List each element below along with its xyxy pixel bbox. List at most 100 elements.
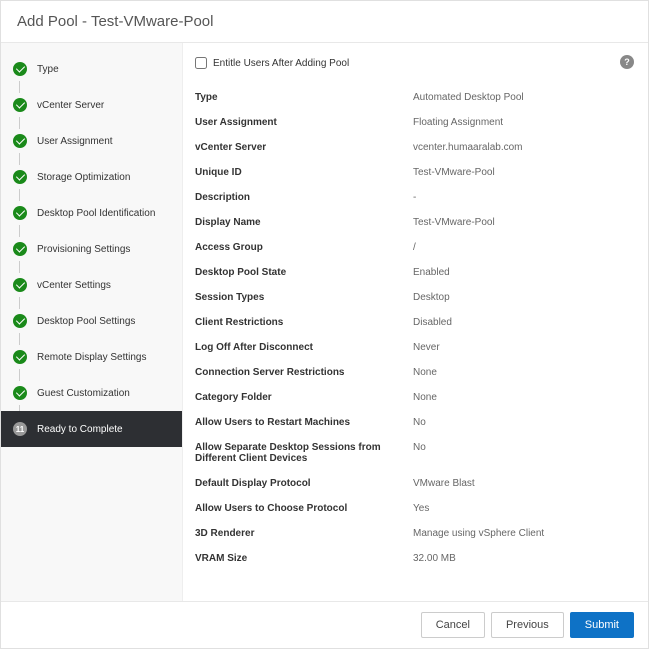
summary-value: None <box>413 367 628 378</box>
summary-row: Allow Users to Restart MachinesNo <box>195 410 628 435</box>
summary-label: Log Off After Disconnect <box>195 342 413 353</box>
summary-row: Description- <box>195 185 628 210</box>
summary-label: User Assignment <box>195 117 413 128</box>
summary-value: None <box>413 392 628 403</box>
summary-label: 3D Renderer <box>195 528 413 539</box>
wizard-step-label: Provisioning Settings <box>37 244 130 255</box>
summary-row: Access Group/ <box>195 235 628 260</box>
cancel-button[interactable]: Cancel <box>421 612 485 638</box>
summary-row: Display NameTest-VMware-Pool <box>195 210 628 235</box>
summary-list: TypeAutomated Desktop PoolUser Assignmen… <box>195 85 628 571</box>
summary-value: VMware Blast <box>413 478 628 489</box>
check-icon <box>13 386 27 400</box>
summary-label: Allow Separate Desktop Sessions from Dif… <box>195 442 413 464</box>
entitle-users-checkbox-row[interactable]: Entitle Users After Adding Pool <box>195 57 628 69</box>
summary-value: No <box>413 442 628 464</box>
summary-row: Allow Separate Desktop Sessions from Dif… <box>195 435 628 471</box>
summary-value: Test-VMware-Pool <box>413 217 628 228</box>
submit-button[interactable]: Submit <box>570 612 634 638</box>
summary-value: Automated Desktop Pool <box>413 92 628 103</box>
wizard-step-label: Ready to Complete <box>37 424 123 435</box>
wizard-step-label: Guest Customization <box>37 388 130 399</box>
check-icon <box>13 98 27 112</box>
check-icon <box>13 278 27 292</box>
summary-label: Category Folder <box>195 392 413 403</box>
summary-row: User AssignmentFloating Assignment <box>195 110 628 135</box>
summary-value: 32.00 MB <box>413 553 628 564</box>
summary-value: Never <box>413 342 628 353</box>
summary-value: Test-VMware-Pool <box>413 167 628 178</box>
summary-label: Type <box>195 92 413 103</box>
check-icon <box>13 170 27 184</box>
summary-label: Client Restrictions <box>195 317 413 328</box>
wizard-step-5[interactable]: Provisioning Settings <box>1 231 182 267</box>
modal-footer: Cancel Previous Submit <box>1 601 648 648</box>
previous-button[interactable]: Previous <box>491 612 564 638</box>
summary-value: Disabled <box>413 317 628 328</box>
summary-row: Default Display ProtocolVMware Blast <box>195 471 628 496</box>
summary-row: Allow Users to Choose ProtocolYes <box>195 496 628 521</box>
check-icon <box>13 242 27 256</box>
summary-label: Description <box>195 192 413 203</box>
summary-label: Session Types <box>195 292 413 303</box>
check-icon <box>13 206 27 220</box>
summary-row: 3D RendererManage using vSphere Client <box>195 521 628 546</box>
wizard-step-4[interactable]: Desktop Pool Identification <box>1 195 182 231</box>
summary-row: Client RestrictionsDisabled <box>195 310 628 335</box>
summary-label: Default Display Protocol <box>195 478 413 489</box>
summary-row: Log Off After DisconnectNever <box>195 335 628 360</box>
wizard-step-6[interactable]: vCenter Settings <box>1 267 182 303</box>
summary-value: / <box>413 242 628 253</box>
check-icon <box>13 134 27 148</box>
check-icon <box>13 350 27 364</box>
entitle-users-checkbox[interactable] <box>195 57 207 69</box>
wizard-step-9[interactable]: Guest Customization <box>1 375 182 411</box>
wizard-step-0[interactable]: Type <box>1 51 182 87</box>
summary-value: vcenter.humaaralab.com <box>413 142 628 153</box>
wizard-step-label: Remote Display Settings <box>37 352 147 363</box>
check-icon <box>13 62 27 76</box>
summary-label: Display Name <box>195 217 413 228</box>
wizard-step-label: User Assignment <box>37 136 113 147</box>
wizard-step-7[interactable]: Desktop Pool Settings <box>1 303 182 339</box>
wizard-step-3[interactable]: Storage Optimization <box>1 159 182 195</box>
wizard-step-2[interactable]: User Assignment <box>1 123 182 159</box>
summary-label: Desktop Pool State <box>195 267 413 278</box>
summary-value: No <box>413 417 628 428</box>
summary-value: Enabled <box>413 267 628 278</box>
help-icon[interactable]: ? <box>620 55 634 69</box>
add-pool-modal: Add Pool - Test-VMware-Pool Type vCenter … <box>0 0 649 649</box>
summary-value: Manage using vSphere Client <box>413 528 628 539</box>
wizard-step-1[interactable]: vCenter Server <box>1 87 182 123</box>
summary-value: Desktop <box>413 292 628 303</box>
modal-title: Add Pool - Test-VMware-Pool <box>1 1 648 43</box>
wizard-sidebar: Type vCenter Server User Assignment Storage… <box>1 43 183 601</box>
summary-content[interactable]: ? Entitle Users After Adding Pool TypeAu… <box>183 43 648 601</box>
entitle-users-label: Entitle Users After Adding Pool <box>213 58 349 69</box>
summary-row: vCenter Servervcenter.humaaralab.com <box>195 135 628 160</box>
wizard-step-10[interactable]: 11Ready to Complete <box>1 411 182 447</box>
summary-row: Unique IDTest-VMware-Pool <box>195 160 628 185</box>
summary-label: Unique ID <box>195 167 413 178</box>
wizard-step-label: vCenter Settings <box>37 280 111 291</box>
summary-row: TypeAutomated Desktop Pool <box>195 85 628 110</box>
wizard-step-8[interactable]: Remote Display Settings <box>1 339 182 375</box>
modal-body: Type vCenter Server User Assignment Storage… <box>1 43 648 601</box>
check-icon <box>13 314 27 328</box>
wizard-step-label: vCenter Server <box>37 100 104 111</box>
summary-label: VRAM Size <box>195 553 413 564</box>
summary-row: Session TypesDesktop <box>195 285 628 310</box>
summary-row: VRAM Size32.00 MB <box>195 546 628 571</box>
summary-row: Desktop Pool StateEnabled <box>195 260 628 285</box>
summary-row: Connection Server RestrictionsNone <box>195 360 628 385</box>
summary-label: vCenter Server <box>195 142 413 153</box>
summary-label: Allow Users to Choose Protocol <box>195 503 413 514</box>
summary-label: Connection Server Restrictions <box>195 367 413 378</box>
wizard-step-label: Type <box>37 64 59 75</box>
summary-value: - <box>413 192 628 203</box>
summary-value: Floating Assignment <box>413 117 628 128</box>
summary-row: Category FolderNone <box>195 385 628 410</box>
wizard-step-label: Desktop Pool Identification <box>37 208 155 219</box>
wizard-step-label: Storage Optimization <box>37 172 130 183</box>
summary-value: Yes <box>413 503 628 514</box>
